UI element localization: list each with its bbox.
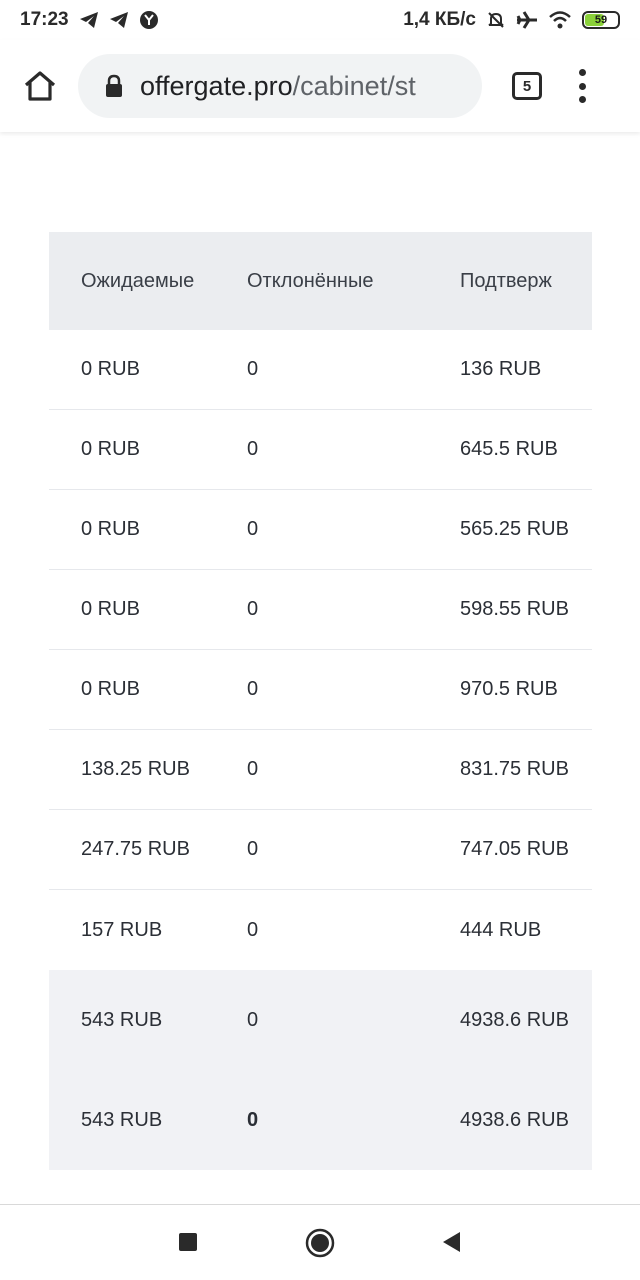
cell-rejected: 0	[247, 758, 259, 780]
cell-pending: 157 RUB	[81, 918, 163, 941]
table-row: 0 RUB 0 565.25 RUB	[49, 490, 592, 570]
cell-confirmed: 831.75 RUB	[460, 758, 569, 780]
table-row: 157 RUB 0 444 RUB	[49, 890, 592, 970]
battery-level: 59	[594, 14, 608, 26]
home-icon	[24, 71, 56, 101]
cell-pending: 0 RUB	[81, 438, 140, 460]
cell-pending: 0 RUB	[81, 678, 140, 700]
total-rejected: 0	[247, 1108, 259, 1131]
home-button[interactable]	[18, 64, 62, 108]
header-pending: Ожидаемые	[81, 269, 195, 292]
url-path: /cabinet/st	[292, 70, 416, 101]
battery-icon: 59	[582, 11, 620, 29]
back-triangle-icon	[443, 1232, 460, 1252]
status-time: 17:23	[20, 9, 69, 30]
menu-dot-icon	[578, 82, 586, 90]
url-domain: offergate.pro	[140, 70, 293, 101]
cell-confirmed: 444 RUB	[460, 918, 542, 941]
wifi-icon	[548, 10, 572, 30]
cell-pending: 0 RUB	[81, 358, 140, 380]
status-bar: 17:23 1,4 КБ/с 59	[0, 0, 640, 40]
address-bar[interactable]: offergate.pro/cabinet/st	[78, 54, 482, 118]
cell-confirmed: 598.55 RUB	[460, 598, 569, 620]
table-row: 247.75 RUB 0 747.05 RUB	[49, 810, 592, 890]
table-total-row: 543 RUB 0 4938.6 RUB	[49, 1070, 592, 1170]
yandex-browser-icon	[139, 10, 159, 30]
tab-count: 5	[522, 77, 532, 95]
cell-rejected: 0	[247, 358, 259, 380]
telegram-icon	[79, 11, 99, 29]
browser-toolbar: offergate.pro/cabinet/st 5	[0, 40, 640, 132]
cell-rejected: 0	[247, 598, 259, 620]
lock-icon	[104, 74, 124, 98]
header-confirmed: Подтверж	[460, 269, 552, 292]
cell-pending: 0 RUB	[81, 598, 140, 620]
cell-rejected: 0	[247, 518, 259, 540]
total-confirmed: 4938.6 RUB	[460, 1108, 569, 1131]
menu-dot-icon	[578, 96, 586, 103]
square-icon	[179, 1233, 197, 1251]
cell-pending: 247.75 RUB	[81, 838, 190, 860]
system-nav-bar	[0, 1204, 640, 1280]
cell-rejected: 0	[247, 678, 259, 700]
cell-pending: 0 RUB	[81, 518, 140, 540]
stats-table[interactable]: Ожидаемые Отклонённые Подтверж 0 RUB 0 1…	[49, 232, 592, 1170]
airplane-icon	[516, 10, 538, 30]
total-confirmed: 4938.6 RUB	[460, 1008, 569, 1031]
menu-dot-icon	[578, 69, 586, 76]
table-row: 138.25 RUB 0 831.75 RUB	[49, 730, 592, 810]
cell-rejected: 0	[247, 438, 259, 460]
table-row: 0 RUB 0 598.55 RUB	[49, 570, 592, 650]
tab-switcher-button[interactable]: 5	[512, 72, 542, 100]
table-header-row: Ожидаемые Отклонённые Подтверж	[49, 232, 592, 330]
cell-confirmed: 645.5 RUB	[460, 438, 558, 460]
table-row: 0 RUB 0 645.5 RUB	[49, 410, 592, 490]
overflow-menu-button[interactable]	[576, 69, 588, 103]
cell-pending: 138.25 RUB	[81, 758, 190, 780]
cell-confirmed: 970.5 RUB	[460, 678, 558, 700]
home-nav-button[interactable]	[304, 1227, 336, 1259]
network-speed: 1,4 КБ/с	[403, 9, 476, 30]
table-row: 0 RUB 0 136 RUB	[49, 330, 592, 410]
total-rejected: 0	[247, 1008, 259, 1031]
table-total-row: 543 RUB 0 4938.6 RUB	[49, 970, 592, 1070]
cell-confirmed: 136 RUB	[460, 358, 542, 380]
total-pending: 543 RUB	[81, 1008, 163, 1031]
table-row: 0 RUB 0 970.5 RUB	[49, 650, 592, 730]
cell-rejected: 0	[247, 918, 259, 941]
recents-button[interactable]	[177, 1231, 199, 1253]
cell-confirmed: 747.05 RUB	[460, 838, 569, 860]
back-button[interactable]	[440, 1231, 462, 1253]
mute-bell-icon	[486, 10, 506, 30]
header-rejected: Отклонённые	[247, 269, 374, 292]
telegram-icon	[109, 11, 129, 29]
total-pending: 543 RUB	[81, 1108, 163, 1131]
circle-icon	[305, 1228, 335, 1258]
url-text: offergate.pro/cabinet/st	[140, 71, 416, 102]
cell-rejected: 0	[247, 838, 259, 860]
cell-confirmed: 565.25 RUB	[460, 518, 569, 540]
